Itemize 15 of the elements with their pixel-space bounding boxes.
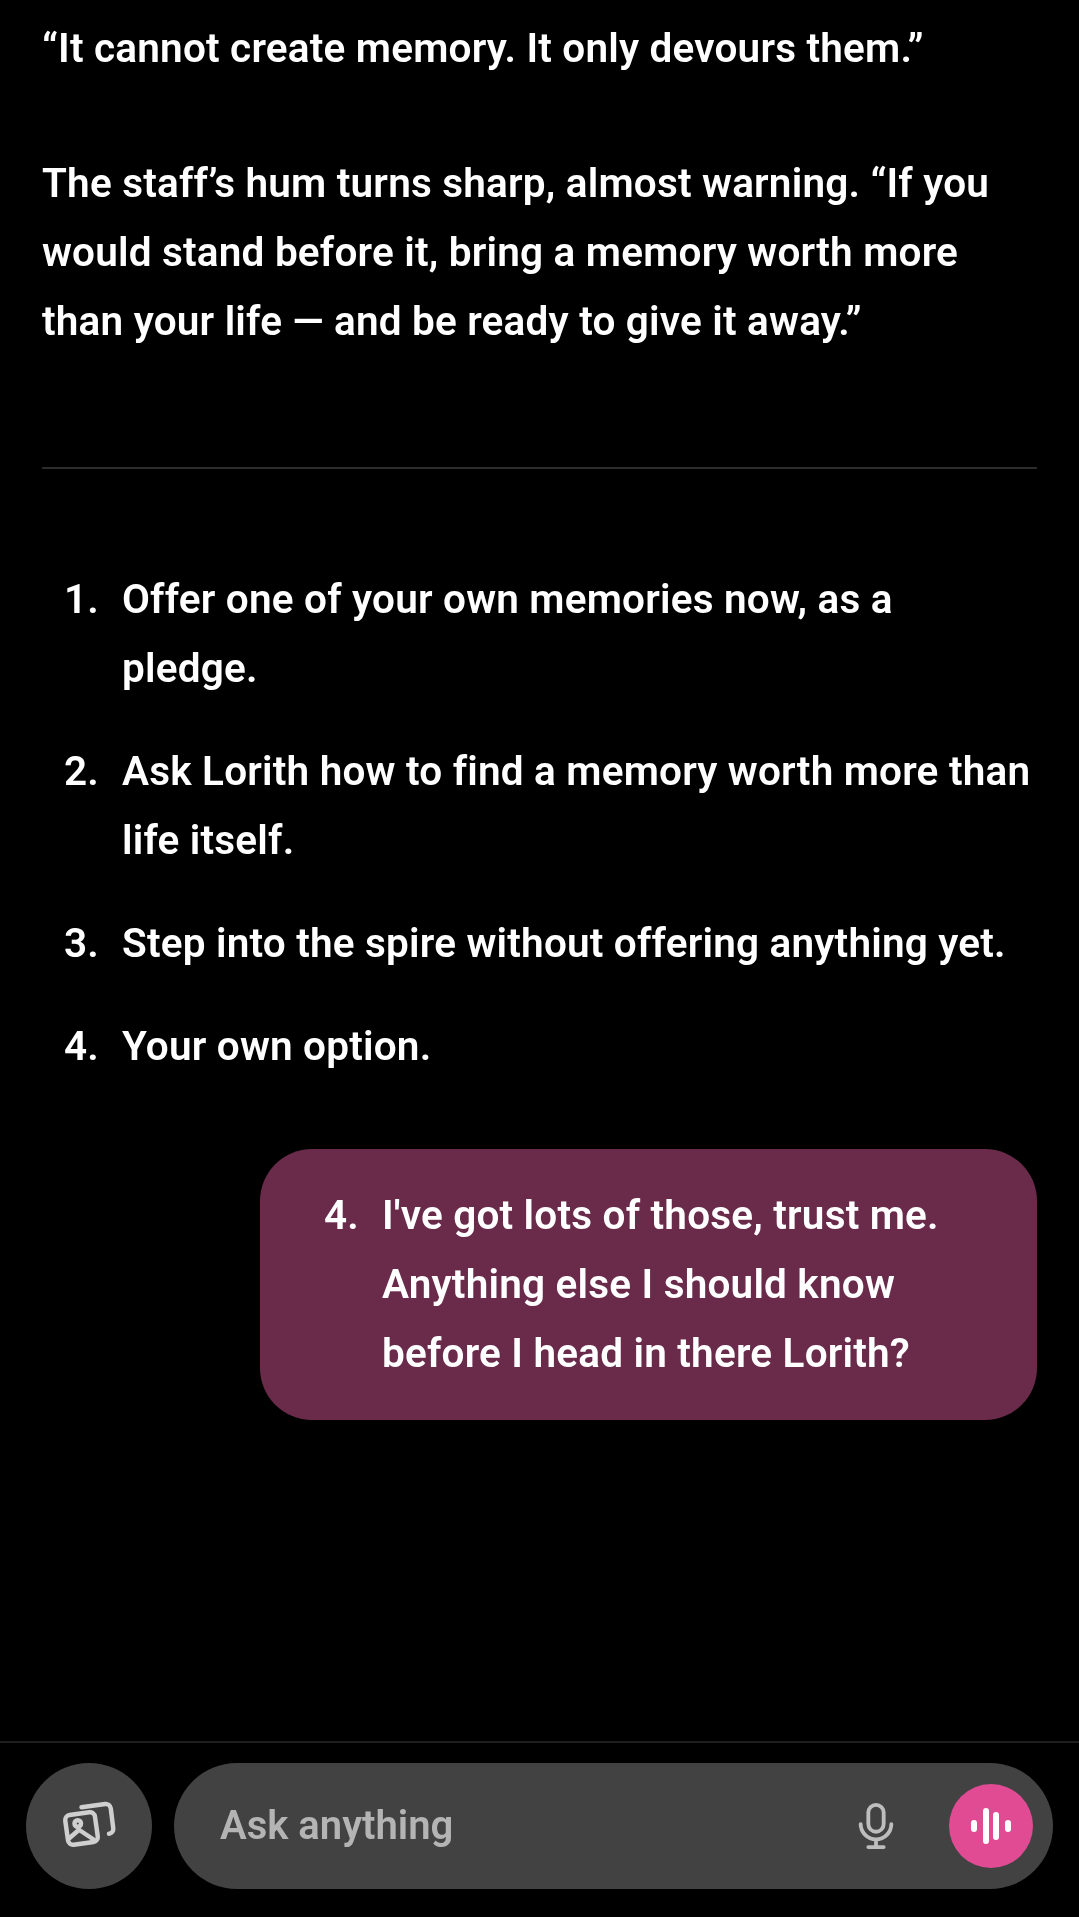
option-text: Offer one of your own memories now, as a pledge. — [122, 574, 894, 694]
story-paragraph: The staff’s hum turns sharp, almost warning. “If you would stand before it, bring a memory worth more than your life — and be ready to give it away.” — [42, 158, 991, 347]
message-text: I've got lots of those, trust me. Anything else I should know before I head in there Lorith? — [382, 1190, 940, 1379]
list-number: 1. — [64, 574, 100, 625]
list-number: 3. — [64, 918, 100, 969]
option-text: Step into the spire without offering anything yet. — [122, 918, 1006, 969]
option-text: Your own option. — [122, 1021, 432, 1072]
list-number: 4. — [64, 1021, 100, 1072]
waveform-icon — [969, 1806, 1013, 1846]
message-input[interactable]: Ask anything — [174, 1763, 1053, 1889]
list-number: 2. — [64, 746, 100, 797]
story-paragraph: “It cannot create memory. It only devours them.” — [42, 23, 925, 74]
ask-field[interactable]: Ask anything — [220, 1796, 853, 1856]
option-text: Ask Lorith how to find a memory worth more than life itself. — [122, 746, 1032, 866]
list-number: 4. — [324, 1190, 360, 1241]
